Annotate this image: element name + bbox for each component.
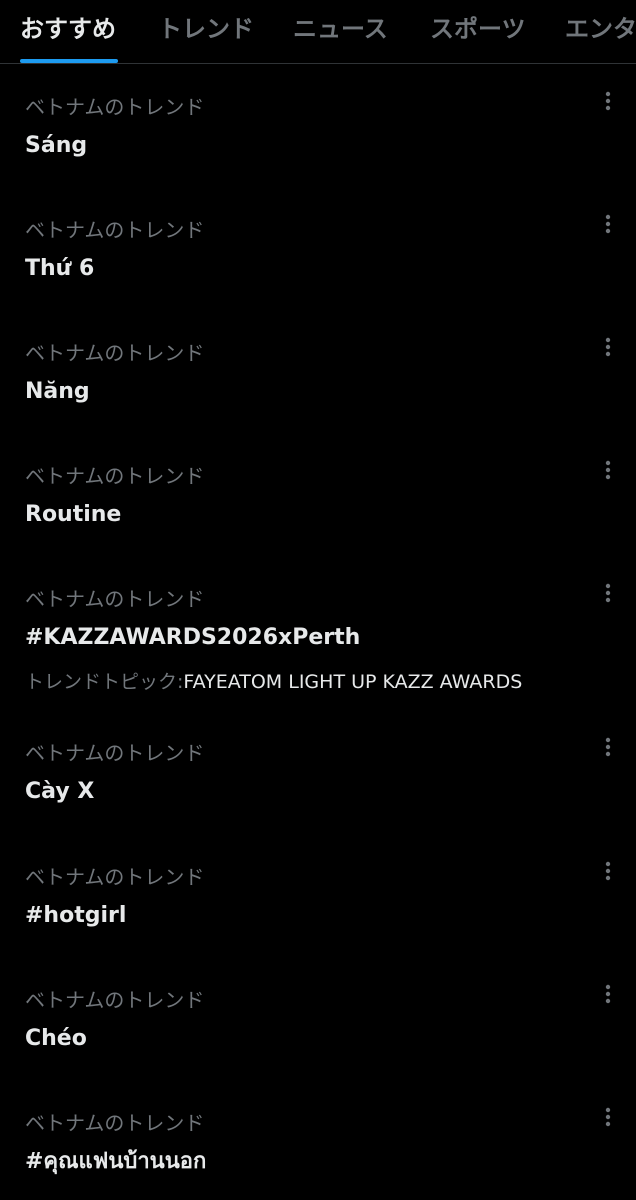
trend-name: Chéo bbox=[25, 1026, 87, 1051]
active-tab-indicator bbox=[20, 59, 118, 63]
trend-context: ベトナムのトレンド bbox=[25, 341, 205, 365]
more-options-button[interactable] bbox=[596, 88, 620, 120]
trend-context: ベトナムのトレンド bbox=[25, 741, 205, 765]
trend-topic-value: FAYEATOM LIGHT UP KAZZ AWARDS bbox=[183, 671, 523, 693]
more-options-button[interactable] bbox=[596, 858, 620, 890]
trend-item[interactable]: ベトナムのトレンド Chéo bbox=[0, 984, 636, 1097]
trend-name: Sáng bbox=[25, 133, 88, 158]
more-vertical-icon bbox=[605, 583, 611, 603]
trend-name: #คุณแฟนบ้านนอก bbox=[25, 1149, 207, 1174]
tab-label: おすすめ bbox=[20, 15, 116, 43]
tab-trending[interactable]: トレンド bbox=[158, 0, 256, 63]
trend-item[interactable]: ベトナムのトレンド Routine bbox=[0, 460, 636, 573]
tab-label: エンタ bbox=[565, 15, 636, 43]
more-options-button[interactable] bbox=[596, 334, 620, 366]
tab-recommended[interactable]: おすすめ bbox=[20, 0, 118, 63]
more-vertical-icon bbox=[605, 214, 611, 234]
more-options-button[interactable] bbox=[596, 734, 620, 766]
trend-context: ベトナムのトレンド bbox=[25, 95, 205, 119]
more-vertical-icon bbox=[605, 337, 611, 357]
tab-bar: おすすめ トレンド ニュース スポーツ エンタ bbox=[0, 0, 636, 64]
trend-topic: トレンドトピック:FAYEATOM LIGHT UP KAZZ AWARDS bbox=[25, 670, 522, 694]
more-vertical-icon bbox=[605, 91, 611, 111]
trend-context: ベトナムのトレンド bbox=[25, 587, 205, 611]
trend-name: #hotgirl bbox=[25, 903, 127, 928]
trend-name: Năng bbox=[25, 379, 90, 404]
more-options-button[interactable] bbox=[596, 457, 620, 489]
trend-context: ベトナムのトレンド bbox=[25, 1111, 205, 1135]
more-options-button[interactable] bbox=[596, 580, 620, 612]
more-options-button[interactable] bbox=[596, 211, 620, 243]
trend-name: Routine bbox=[25, 502, 122, 527]
more-vertical-icon bbox=[605, 861, 611, 881]
more-vertical-icon bbox=[605, 737, 611, 757]
trend-topic-prefix: トレンドトピック: bbox=[25, 671, 184, 693]
more-options-button[interactable] bbox=[596, 1104, 620, 1136]
tab-label: ニュース bbox=[293, 15, 388, 43]
trend-context: ベトナムのトレンド bbox=[25, 464, 205, 488]
trend-item[interactable]: ベトナムのトレンド Năng bbox=[0, 337, 636, 450]
tab-label: トレンド bbox=[158, 15, 254, 43]
trend-name: Cày X bbox=[25, 779, 95, 804]
more-vertical-icon bbox=[605, 984, 611, 1004]
trend-item[interactable]: ベトナムのトレンド #คุณแฟนบ้านนอก bbox=[0, 1107, 636, 1200]
more-vertical-icon bbox=[605, 1107, 611, 1127]
trend-item[interactable]: ベトナムのトレンド Thứ 6 bbox=[0, 214, 636, 327]
trend-item[interactable]: ベトナムのトレンド Sáng bbox=[0, 91, 636, 204]
more-options-button[interactable] bbox=[596, 981, 620, 1013]
tab-label: スポーツ bbox=[430, 15, 526, 43]
tab-sports[interactable]: スポーツ bbox=[430, 0, 528, 63]
trend-name: #KAZZAWARDS2026xPerth bbox=[25, 625, 361, 650]
trend-item[interactable]: ベトナムのトレンド #KAZZAWARDS2026xPerth トレンドトピック… bbox=[0, 583, 636, 726]
trend-context: ベトナムのトレンド bbox=[25, 218, 205, 242]
tab-news[interactable]: ニュース bbox=[293, 0, 391, 63]
trend-context: ベトナムのトレンド bbox=[25, 988, 205, 1012]
trend-name: Thứ 6 bbox=[25, 256, 95, 281]
more-vertical-icon bbox=[605, 460, 611, 480]
tab-entertainment[interactable]: エンタ bbox=[565, 0, 636, 63]
trend-context: ベトナムのトレンド bbox=[25, 865, 205, 889]
trend-item[interactable]: ベトナムのトレンド #hotgirl bbox=[0, 861, 636, 974]
trend-item[interactable]: ベトナムのトレンド Cày X bbox=[0, 737, 636, 850]
